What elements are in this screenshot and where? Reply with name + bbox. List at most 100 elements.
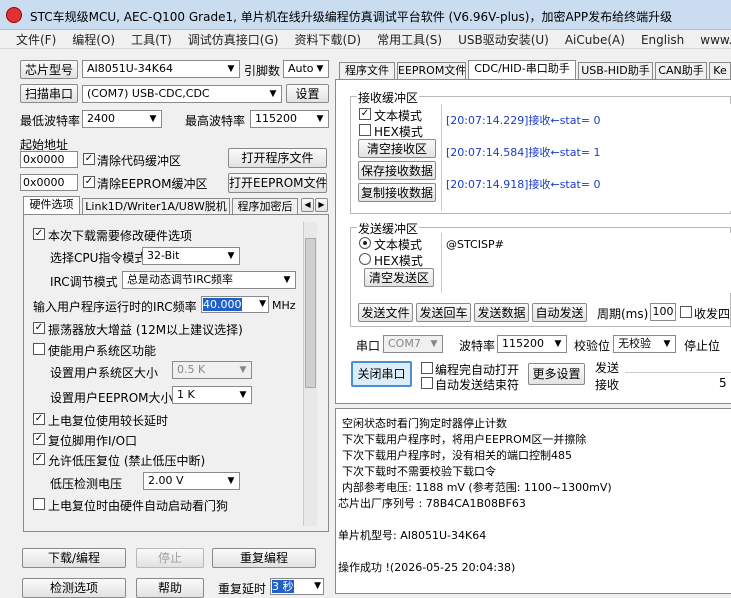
menu-english[interactable]: English: [641, 32, 684, 47]
port-value: (COM7) USB-CDC,CDC: [87, 87, 210, 100]
recv-stat-value: 5: [719, 376, 727, 390]
auto-open-checkbox[interactable]: [421, 362, 433, 374]
use-sys-area-checkbox[interactable]: [33, 343, 45, 355]
chip-model-select[interactable]: AI8051U-34K64 ▼: [82, 60, 240, 78]
use-sys-area-label: 使能用户系统区功能: [48, 344, 157, 358]
sys-area-size-select[interactable]: 0.5 K ▼: [172, 361, 252, 379]
tab-hardware-options[interactable]: 硬件选项: [23, 196, 80, 214]
tab-can[interactable]: CAN助手: [655, 62, 707, 79]
send-hex-mode-label: HEX模式: [374, 254, 423, 268]
clear-code-checkbox[interactable]: ✓: [83, 153, 95, 165]
min-baud-select[interactable]: 2400 ▼: [82, 110, 162, 128]
reset-pin-io-checkbox[interactable]: ✓: [33, 433, 45, 445]
tab-eeprom-file[interactable]: EEPROM文件: [397, 62, 466, 79]
menu-program[interactable]: 编程(O): [72, 30, 115, 48]
chevron-down-icon: ▼: [239, 365, 247, 375]
cpu-instr-select[interactable]: 32-Bit ▼: [142, 247, 240, 265]
more-settings-button[interactable]: 更多设置: [528, 363, 585, 385]
open-eeprom-button[interactable]: 打开EEPROM文件: [228, 173, 327, 193]
auto-send-button[interactable]: 自动发送: [532, 303, 587, 322]
menu-aicube[interactable]: AiCube(A): [565, 32, 625, 47]
output-log[interactable]: 空闲状态时看门狗定时器停止计数 下次下载用户程序时，将用户EEPROM区一并擦除…: [335, 408, 731, 594]
copy-recv-button[interactable]: 复制接收数据: [358, 183, 436, 202]
clear-eeprom-checkbox[interactable]: ✓: [83, 176, 95, 188]
tab-cdc-serial[interactable]: CDC/HID-串口助手: [468, 60, 576, 79]
pin-count-value: Auto: [288, 62, 314, 75]
send-group-label: 发送缓冲区: [357, 220, 420, 237]
port-select-right[interactable]: COM7 ▼: [383, 335, 443, 353]
baud-select[interactable]: 115200 ▼: [497, 335, 567, 353]
recv-text-mode-checkbox[interactable]: ✓: [359, 108, 371, 120]
baud-label: 波特率: [459, 339, 496, 353]
chip-model-button[interactable]: 芯片型号: [20, 60, 78, 79]
menu-download[interactable]: 资料下载(D): [294, 30, 361, 48]
irc-mode-select[interactable]: 总是动态调节IRC频率 ▼: [122, 271, 296, 289]
scan-port-button[interactable]: 扫描串口: [20, 84, 78, 103]
eeprom-size-select[interactable]: 1 K ▼: [172, 386, 252, 404]
low-volt-reset-checkbox[interactable]: ✓: [33, 453, 45, 465]
tab-encryption[interactable]: 程序加密后: [232, 198, 298, 214]
tab-offline[interactable]: Link1D/Writer1A/U8W脱机: [82, 198, 230, 214]
hw-scrollbar[interactable]: [303, 222, 317, 526]
clear-recv-button[interactable]: 清空接收区: [358, 139, 436, 158]
open-program-button[interactable]: 打开程序文件: [228, 148, 327, 168]
modify-options-checkbox[interactable]: ✓: [33, 228, 45, 240]
max-baud-label: 最高波特率: [185, 114, 246, 128]
menu-common-tools[interactable]: 常用工具(S): [377, 30, 442, 48]
tab-scroll-right-button[interactable]: ▶: [315, 198, 328, 212]
power-on-delay-label: 上电复位使用较长延时: [48, 414, 169, 428]
save-recv-button[interactable]: 保存接收数据: [358, 161, 436, 180]
clear-send-button[interactable]: 清空发送区: [364, 268, 434, 287]
max-baud-select[interactable]: 115200 ▼: [250, 110, 329, 128]
irc-freq-select[interactable]: 40.000 ▼: [201, 296, 269, 313]
reprogram-button[interactable]: 重复编程: [212, 548, 316, 568]
eeprom-addr-input[interactable]: 0x0000: [20, 174, 78, 191]
send-area[interactable]: @STCISP#: [441, 233, 731, 293]
modify-options-label: 本次下载需要修改硬件选项: [48, 229, 193, 243]
recv-hex-mode-checkbox[interactable]: [359, 124, 371, 136]
menu-debug[interactable]: 调试仿真接口(G): [188, 30, 279, 48]
send-file-button[interactable]: 发送文件: [358, 303, 413, 322]
send-return-button[interactable]: 发送回车: [416, 303, 471, 322]
menu-file[interactable]: 文件(F): [16, 30, 56, 48]
pin-count-select[interactable]: Auto ▼: [283, 60, 329, 78]
tab-program-file[interactable]: 程序文件: [339, 62, 395, 79]
menu-usb-driver[interactable]: USB驱动安装(U): [458, 30, 549, 48]
send-data-button[interactable]: 发送数据: [474, 303, 529, 322]
menu-website[interactable]: www.STCA: [700, 32, 731, 47]
tab-scroll-left-button[interactable]: ◀: [301, 198, 314, 212]
wdt-on-power-label: 上电复位时由硬件自动启动看门狗: [48, 499, 229, 513]
settings-button[interactable]: 设置: [286, 84, 329, 103]
chevron-down-icon: ▼: [314, 581, 321, 591]
detect-button[interactable]: 检测选项: [22, 578, 126, 598]
chevron-down-icon: ▼: [430, 339, 438, 349]
parity-value: 无校验: [618, 337, 651, 350]
stop-button[interactable]: 停止: [136, 548, 204, 568]
retry-delay-select[interactable]: 3 秒 ▼: [270, 578, 324, 595]
menu-tools[interactable]: 工具(T): [131, 30, 172, 48]
close-port-button[interactable]: 关闭串口: [351, 361, 412, 387]
send-hex-mode-radio[interactable]: [359, 253, 371, 265]
recv-send-label: 收发四: [694, 307, 731, 321]
irc-freq-value: 40.000: [203, 298, 242, 311]
send-text-mode-radio[interactable]: [359, 237, 371, 249]
code-addr-input[interactable]: 0x0000: [20, 151, 78, 168]
wdt-on-power-checkbox[interactable]: [33, 498, 45, 510]
period-input[interactable]: 100: [650, 303, 676, 321]
parity-select[interactable]: 无校验 ▼: [613, 335, 676, 353]
hw-scrollbar-thumb[interactable]: [305, 238, 316, 388]
help-button[interactable]: 帮助: [136, 578, 204, 598]
auto-send-end-checkbox[interactable]: [421, 377, 433, 389]
port-select[interactable]: (COM7) USB-CDC,CDC ▼: [82, 85, 282, 103]
menu-bar: 文件(F) 编程(O) 工具(T) 调试仿真接口(G) 资料下载(D) 常用工具(S) US…: [0, 30, 731, 49]
tab-usb-hid[interactable]: USB-HID助手: [578, 62, 653, 79]
recv-area[interactable]: [20:07:14.229]接收←stat= 0 [20:07:14.584]接…: [441, 104, 731, 211]
osc-gain-checkbox[interactable]: ✓: [33, 322, 45, 334]
power-on-delay-checkbox[interactable]: ✓: [33, 413, 45, 425]
low-volt-select[interactable]: 2.00 V ▼: [143, 472, 240, 490]
tab-more[interactable]: Ke: [709, 62, 731, 79]
recv-send-checkbox[interactable]: [680, 306, 692, 318]
download-button[interactable]: 下载/编程: [22, 548, 126, 568]
stat-divider: [625, 372, 731, 373]
min-baud-label: 最低波特率: [20, 114, 81, 128]
